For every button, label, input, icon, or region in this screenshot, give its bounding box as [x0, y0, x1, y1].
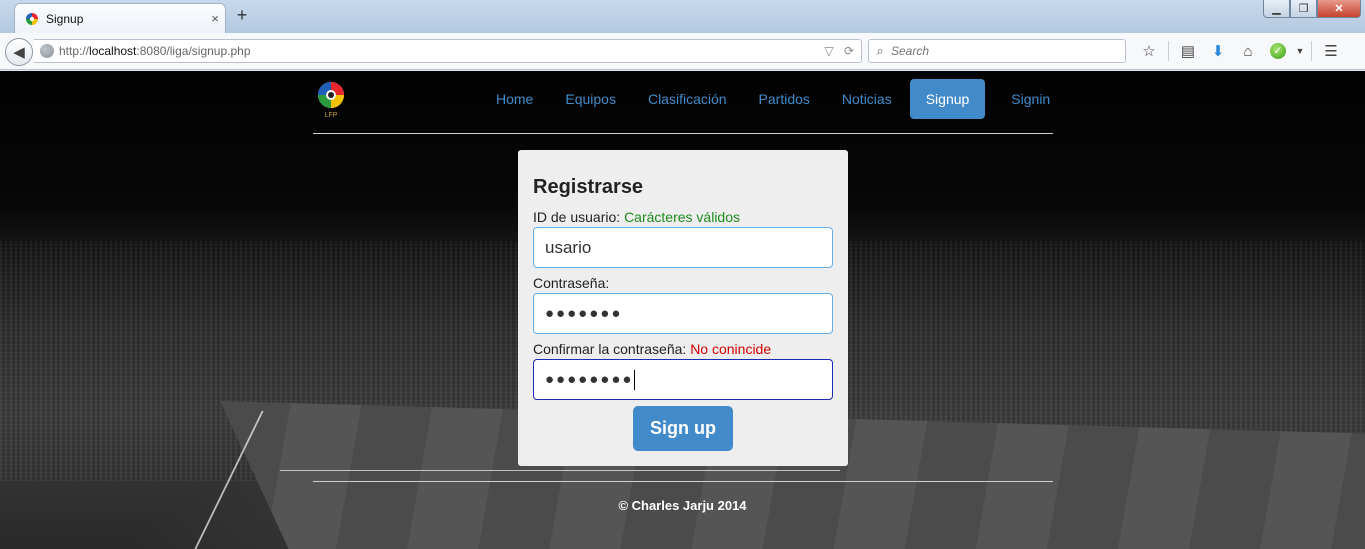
password-label: Contraseña: [533, 275, 610, 291]
browser-navbar: http://localhost:8080/liga/signup.php ▽ … [0, 33, 1365, 70]
minimize-button[interactable]: ▁ [1263, 0, 1290, 18]
confirm-password-field[interactable]: ●●●●●●●● [533, 359, 833, 400]
url-bar[interactable]: http://localhost:8080/liga/signup.php ▽ … [34, 39, 862, 63]
toolbar-icons: ☆ ▤ ⬇ ⌂ ✓ ▼ ☰ [1134, 41, 1346, 61]
pitch-line [280, 470, 840, 471]
text-caret [634, 369, 636, 390]
download-icon[interactable]: ⬇ [1203, 41, 1233, 61]
window-controls: ▁ ❐ ✕ [1263, 0, 1361, 18]
header-divider [313, 133, 1053, 134]
web-page: LFP Home Equipos Clasificación Partidos … [0, 71, 1365, 549]
nav-partidos[interactable]: Partidos [743, 79, 826, 119]
tab-close-icon[interactable]: × [205, 11, 225, 26]
close-window-button[interactable]: ✕ [1317, 0, 1361, 18]
reading-list-icon[interactable]: ▤ [1173, 41, 1203, 61]
home-icon[interactable]: ⌂ [1233, 41, 1263, 61]
nav-home[interactable]: Home [480, 79, 549, 119]
bookmark-star-icon[interactable]: ☆ [1134, 41, 1164, 61]
url-dropdown-icon[interactable]: ▽ [821, 44, 837, 58]
password-field[interactable]: ●●●●●●● [533, 293, 833, 334]
signup-button[interactable]: Sign up [633, 406, 733, 451]
globe-icon [40, 44, 54, 58]
signup-form: Registrarse ID de usuario: Carácteres vá… [518, 150, 848, 466]
user-id-field[interactable]: usario [533, 227, 833, 268]
form-title: Registrarse [533, 176, 644, 198]
menu-icon[interactable]: ☰ [1316, 41, 1346, 61]
nav-equipos[interactable]: Equipos [549, 79, 632, 119]
site-nav: Home Equipos Clasificación Partidos Noti… [480, 79, 1066, 119]
arrow-left-icon: ◀ [13, 44, 25, 61]
search-bar[interactable]: ⌕ [868, 39, 1126, 63]
addon-check-icon[interactable]: ✓ [1263, 41, 1293, 61]
nav-noticias[interactable]: Noticias [826, 79, 908, 119]
dropdown-icon[interactable]: ▼ [1293, 41, 1307, 61]
toolbar-divider [1168, 41, 1169, 61]
site-favicon-icon [26, 12, 38, 25]
restore-button[interactable]: ❐ [1290, 0, 1317, 18]
nav-signup[interactable]: Signup [909, 79, 986, 119]
toolbar-divider [1311, 41, 1312, 61]
user-id-label: ID de usuario: Carácteres válidos [533, 209, 740, 225]
footer-divider [313, 481, 1053, 482]
nav-signin[interactable]: Signin [995, 79, 1066, 119]
confirm-password-label: Confirmar la contraseña: No conincide [533, 341, 772, 357]
search-icon: ⌕ [876, 43, 884, 58]
footer-text: © Charles Jarju 2014 [618, 498, 747, 513]
site-logo-icon: LFP [318, 82, 344, 119]
browser-titlebar: Signup × + ▁ ❐ ✕ [0, 0, 1365, 33]
nav-clasificacion[interactable]: Clasificación [632, 79, 743, 119]
confirm-password-status: No conincide [690, 341, 772, 357]
tab-title: Signup [46, 11, 84, 26]
user-id-status: Carácteres válidos [624, 209, 740, 225]
url-text[interactable]: http://localhost:8080/liga/signup.php [59, 44, 821, 58]
logo-text: LFP [325, 112, 338, 119]
back-button[interactable]: ◀ [5, 38, 33, 66]
browser-tab[interactable]: Signup × [14, 3, 226, 33]
reload-icon[interactable]: ⟳ [841, 44, 857, 58]
new-tab-button[interactable]: + [233, 5, 251, 26]
search-input[interactable] [891, 44, 1111, 58]
